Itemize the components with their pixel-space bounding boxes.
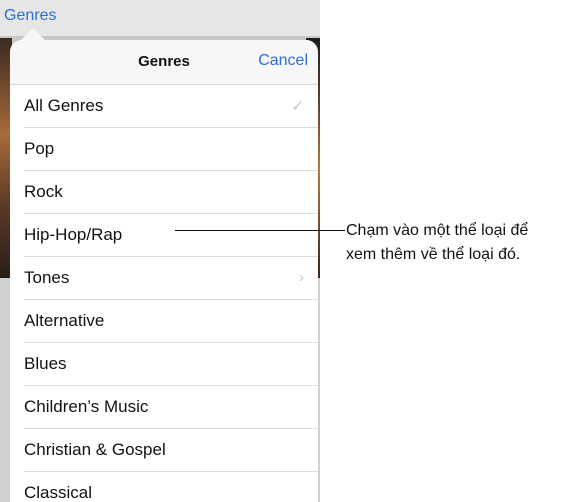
popover-header: Genres Cancel	[10, 40, 318, 85]
genre-label: Tones	[24, 268, 70, 287]
genre-label: All Genres	[24, 96, 104, 115]
genre-label: Christian & Gospel	[24, 440, 166, 459]
genre-label: Alternative	[24, 311, 105, 330]
genres-popover: Genres Cancel All Genres ✓ Pop Rock Hip-…	[10, 40, 318, 502]
callout-line-2: xem thêm về thể loại đó.	[346, 246, 521, 263]
genre-row-pop[interactable]: Pop	[24, 128, 318, 171]
screen: Genres Genres Cancel All Genres ✓ Pop Ro…	[0, 0, 584, 502]
genre-row-childrens-music[interactable]: Children’s Music	[24, 386, 318, 429]
genre-list: All Genres ✓ Pop Rock Hip-Hop/Rap Tones …	[10, 85, 318, 502]
cancel-button[interactable]: Cancel	[258, 52, 308, 70]
genre-row-christian-gospel[interactable]: Christian & Gospel	[24, 429, 318, 472]
callout-line-1: Chạm vào một thể loại để	[346, 222, 529, 239]
background-nav-bar: Genres	[0, 0, 320, 36]
genre-row-hip-hop-rap[interactable]: Hip-Hop/Rap	[24, 214, 318, 257]
genre-row-alternative[interactable]: Alternative	[24, 300, 318, 343]
genre-row-classical[interactable]: Classical	[24, 472, 318, 502]
genre-row-all-genres[interactable]: All Genres ✓	[24, 85, 318, 128]
genre-row-rock[interactable]: Rock	[24, 171, 318, 214]
genre-row-tones[interactable]: Tones ›	[24, 257, 318, 300]
chevron-right-icon: ›	[299, 269, 304, 286]
genre-label: Blues	[24, 354, 67, 373]
genre-label: Hip-Hop/Rap	[24, 225, 123, 244]
genre-label: Rock	[24, 182, 63, 201]
callout-annotation: Chạm vào một thể loại để xem thêm về thể…	[346, 219, 582, 267]
genre-label: Pop	[24, 139, 55, 158]
genre-row-blues[interactable]: Blues	[24, 343, 318, 386]
genres-nav-button[interactable]: Genres	[4, 7, 56, 25]
checkmark-icon: ✓	[291, 98, 304, 115]
genre-label: Classical	[24, 483, 93, 502]
genre-label: Children’s Music	[24, 397, 149, 416]
callout-leader-line	[175, 230, 345, 231]
